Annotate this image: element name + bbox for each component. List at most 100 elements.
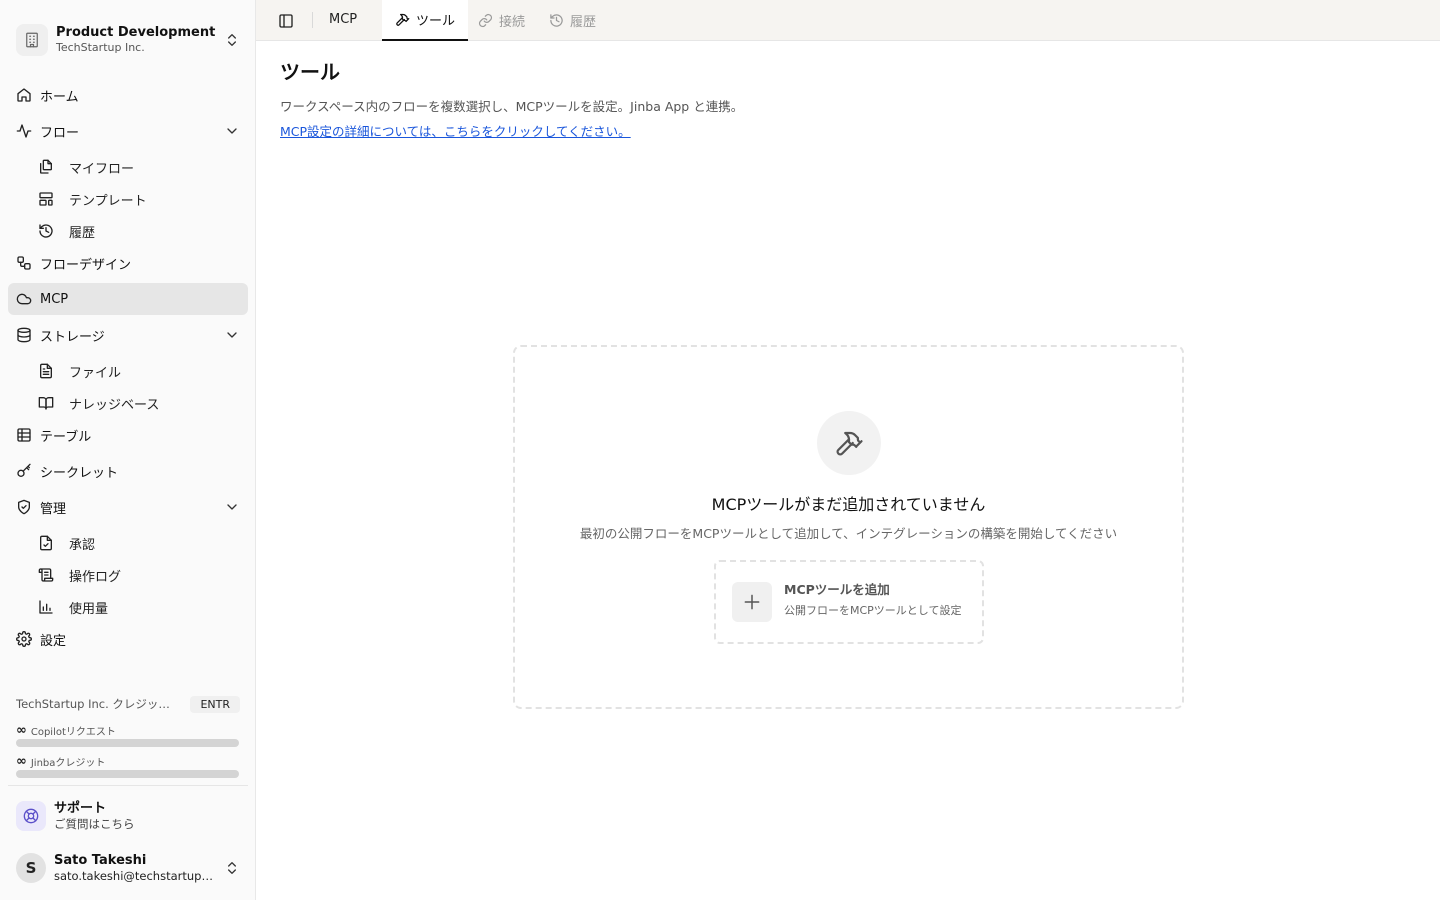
sidebar-item-knowledge-base[interactable]: ナレッジベース <box>8 387 248 419</box>
chevrons-up-down-icon <box>228 34 236 46</box>
building-icon <box>16 24 48 56</box>
tab-label: 接続 <box>499 14 526 30</box>
workflow-icon <box>17 256 31 270</box>
empty-state: MCPツールがまだ追加されていません 最初の公開フローをMCPツールとして追加し… <box>513 345 1184 709</box>
chevron-down-icon[interactable] <box>224 123 240 139</box>
book-open-icon <box>38 397 54 410</box>
user-menu[interactable]: S Sato Takeshi sato.takeshi@techstartup.… <box>8 848 248 888</box>
sidebar-item-label: MCP <box>40 291 69 307</box>
history-icon <box>39 224 53 238</box>
jinba-label: Jinbaクレジット <box>30 757 106 769</box>
activity-icon <box>16 124 32 138</box>
copilot-label: Copilotリクエスト <box>30 726 116 738</box>
sidebar-item-tables[interactable]: テーブル <box>8 419 248 451</box>
sidebar-item-mcp[interactable]: MCP <box>8 283 248 315</box>
sidebar-item-label: シークレット <box>40 465 119 481</box>
plan-badge: ENTR <box>190 695 240 713</box>
sidebar-item-label: フロー <box>40 125 80 141</box>
layout-template-icon <box>39 192 53 206</box>
bar-chart-icon <box>39 600 53 614</box>
sidebar-item-files[interactable]: ファイル <box>8 355 248 387</box>
sidebar-item-label: ストレージ <box>40 329 105 345</box>
copilot-meter: ∞ Copilotリクエスト <box>16 722 240 747</box>
support-title: サポート <box>54 801 107 816</box>
infinity-icon: ∞ <box>16 753 27 769</box>
topbar: MCP ツール 接続 履歴 <box>256 0 1440 41</box>
org-company: TechStartup Inc. <box>56 41 145 54</box>
sidebar-item-usage[interactable]: 使用量 <box>8 591 248 623</box>
sidebar-item-history[interactable]: 履歴 <box>8 215 248 247</box>
page-section: MCP <box>329 12 358 27</box>
support-subtitle: ご質問はこちら <box>54 817 135 831</box>
sidebar-item-approval[interactable]: 承認 <box>8 527 248 559</box>
add-mcp-tool-button[interactable]: MCPツールを追加 公開フローをMCPツールとして設定 <box>714 560 984 644</box>
plus-icon <box>732 582 772 622</box>
credit-usage: TechStartup Inc. クレジット使用状況 ENTR ∞ Copilo… <box>16 694 240 778</box>
jinba-meter: ∞ Jinbaクレジット <box>16 753 240 778</box>
sidebar-item-label: ファイル <box>69 365 122 381</box>
support-button[interactable]: サポート ご質問はこちら <box>8 796 248 836</box>
sidebar-item-secrets[interactable]: シークレット <box>8 455 248 487</box>
sidebar-item-label: 使用量 <box>69 601 109 617</box>
tab-label: 履歴 <box>570 14 597 30</box>
add-mcp-tool-title: MCPツールを追加 <box>784 582 890 597</box>
sidebar-item-my-flow[interactable]: マイフロー <box>8 151 248 183</box>
sidebar-toggle-button[interactable] <box>276 11 296 31</box>
chevrons-up-down-icon <box>228 862 236 874</box>
infinity-icon: ∞ <box>16 722 27 738</box>
sidebar-item-label: フローデザイン <box>40 257 132 273</box>
copilot-progress-bar <box>16 739 239 747</box>
page-description: ワークスペース内のフローを複数選択し、MCPツールを設定。Jinba App と… <box>280 99 744 114</box>
tab-history[interactable]: 履歴 <box>536 0 609 40</box>
tab-connections[interactable]: 接続 <box>465 0 538 40</box>
sidebar-nav: ホーム フロー マイフロー テンプレート 履歴 フローデザイン MCP ストレー… <box>8 79 248 659</box>
files-icon <box>40 159 52 174</box>
sidebar-item-label: 設定 <box>40 633 67 649</box>
sidebar-item-flow[interactable]: フロー <box>8 115 248 147</box>
sidebar: Product Development TechStartup Inc. ホーム… <box>0 0 256 900</box>
history-icon <box>550 13 563 27</box>
sidebar-item-audit-log[interactable]: 操作ログ <box>8 559 248 591</box>
sidebar-item-label: 管理 <box>40 501 67 517</box>
page-title: ツール <box>280 60 340 84</box>
mcp-docs-link[interactable]: MCP設定の詳細については、こちらをクリックしてください。 <box>280 121 631 140</box>
chevron-down-icon[interactable] <box>224 499 240 515</box>
add-mcp-tool-subtitle: 公開フローをMCPツールとして設定 <box>784 604 962 617</box>
cloud-icon <box>16 293 32 305</box>
panel-left-icon <box>279 14 293 28</box>
jinba-progress-bar <box>16 770 239 778</box>
home-icon <box>17 88 31 102</box>
file-check-icon <box>40 535 52 551</box>
sidebar-item-label: ホーム <box>40 89 79 105</box>
database-icon <box>17 327 31 343</box>
key-icon <box>17 463 31 477</box>
shield-check-icon <box>18 499 30 515</box>
sidebar-item-label: 承認 <box>69 537 96 553</box>
user-email: sato.takeshi@techstartup.com <box>54 869 214 883</box>
empty-state-subtitle: 最初の公開フローをMCPツールとして追加して、インテグレーションの構築を開始して… <box>579 526 1118 541</box>
topbar-divider <box>312 12 313 28</box>
sidebar-item-admin[interactable]: 管理 <box>8 491 248 523</box>
org-switcher[interactable]: Product Development TechStartup Inc. <box>8 16 248 64</box>
sidebar-item-settings[interactable]: 設定 <box>8 623 248 655</box>
sidebar-divider <box>8 785 248 786</box>
hammer-icon <box>817 411 881 475</box>
tab-tools[interactable]: ツール <box>382 0 469 41</box>
sidebar-item-home[interactable]: ホーム <box>8 79 248 111</box>
sidebar-item-label: テーブル <box>40 429 92 445</box>
avatar: S <box>16 853 46 883</box>
user-name: Sato Takeshi <box>54 853 147 868</box>
chevron-down-icon[interactable] <box>224 327 240 343</box>
org-name: Product Development <box>56 25 216 40</box>
table-icon <box>17 428 31 442</box>
sidebar-item-storage[interactable]: ストレージ <box>8 319 248 351</box>
scroll-text-icon <box>38 568 54 582</box>
file-text-icon <box>40 363 52 379</box>
link-icon <box>478 13 493 27</box>
sidebar-item-templates[interactable]: テンプレート <box>8 183 248 215</box>
credit-usage-title: TechStartup Inc. クレジット使用状況 <box>16 697 181 711</box>
empty-state-title: MCPツールがまだ追加されていません <box>711 495 986 514</box>
sidebar-item-flow-design[interactable]: フローデザイン <box>8 247 248 279</box>
sidebar-item-label: テンプレート <box>69 193 147 209</box>
sidebar-item-label: 操作ログ <box>69 569 122 585</box>
